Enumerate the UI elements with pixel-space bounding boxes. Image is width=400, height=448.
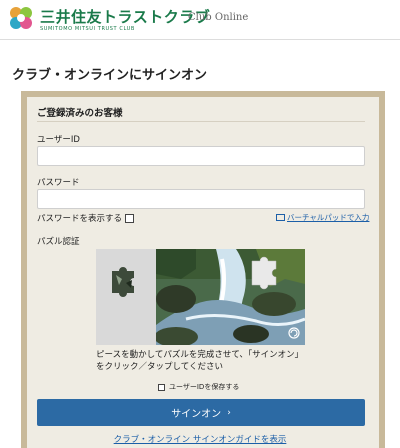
puzzle-captcha[interactable] bbox=[96, 249, 305, 345]
logo-icon bbox=[10, 7, 32, 29]
save-user-id-checkbox[interactable] bbox=[158, 383, 165, 391]
section-divider bbox=[37, 121, 365, 122]
show-password-toggle[interactable]: パスワードを表示する bbox=[37, 212, 135, 224]
password-field[interactable] bbox=[37, 189, 365, 209]
user-id-label: ユーザーID bbox=[37, 135, 80, 145]
password-label: パスワード bbox=[37, 178, 80, 188]
signon-button-label: サインオン bbox=[171, 409, 222, 420]
logo-subtext: SUMITOMO MITSUI TRUST CLUB bbox=[40, 26, 135, 32]
show-password-label: パスワードを表示する bbox=[37, 214, 123, 224]
virtual-keypad-link-text: バーチャルパッドで入力 bbox=[287, 213, 370, 222]
section-title: ご登録済みのお客様 bbox=[37, 108, 123, 119]
puzzle-label: パズル認証 bbox=[37, 237, 80, 247]
save-user-id-label: ユーザーIDを保存する bbox=[169, 383, 240, 391]
signon-guide-link[interactable]: クラブ・オンライン サインオンガイドを表示 bbox=[0, 433, 400, 445]
header: 三井住友トラストクラブ SUMITOMO MITSUI TRUST CLUB C… bbox=[0, 0, 400, 40]
show-password-checkbox[interactable] bbox=[125, 213, 135, 223]
virtual-keypad-link[interactable]: バーチャルパッドで入力 bbox=[276, 212, 369, 223]
puzzle-piece[interactable] bbox=[106, 263, 142, 299]
signon-button[interactable]: サインオン › bbox=[37, 399, 365, 426]
save-user-id-toggle[interactable]: ユーザーIDを保存する bbox=[158, 382, 239, 392]
puzzle-image bbox=[156, 249, 305, 345]
external-window-icon bbox=[276, 214, 285, 221]
logo-text: 三井住友トラストクラブ bbox=[40, 8, 211, 26]
user-id-field[interactable] bbox=[37, 146, 365, 166]
logo-club-online: Club Online bbox=[188, 12, 249, 23]
refresh-icon[interactable] bbox=[289, 329, 301, 341]
chevron-right-icon: › bbox=[227, 407, 231, 418]
page-title: クラブ・オンラインにサインオン bbox=[12, 68, 208, 83]
puzzle-instructions: ピースを動かしてパズルを完成させて、「サインオン」をクリック／タップしてください bbox=[96, 350, 304, 372]
